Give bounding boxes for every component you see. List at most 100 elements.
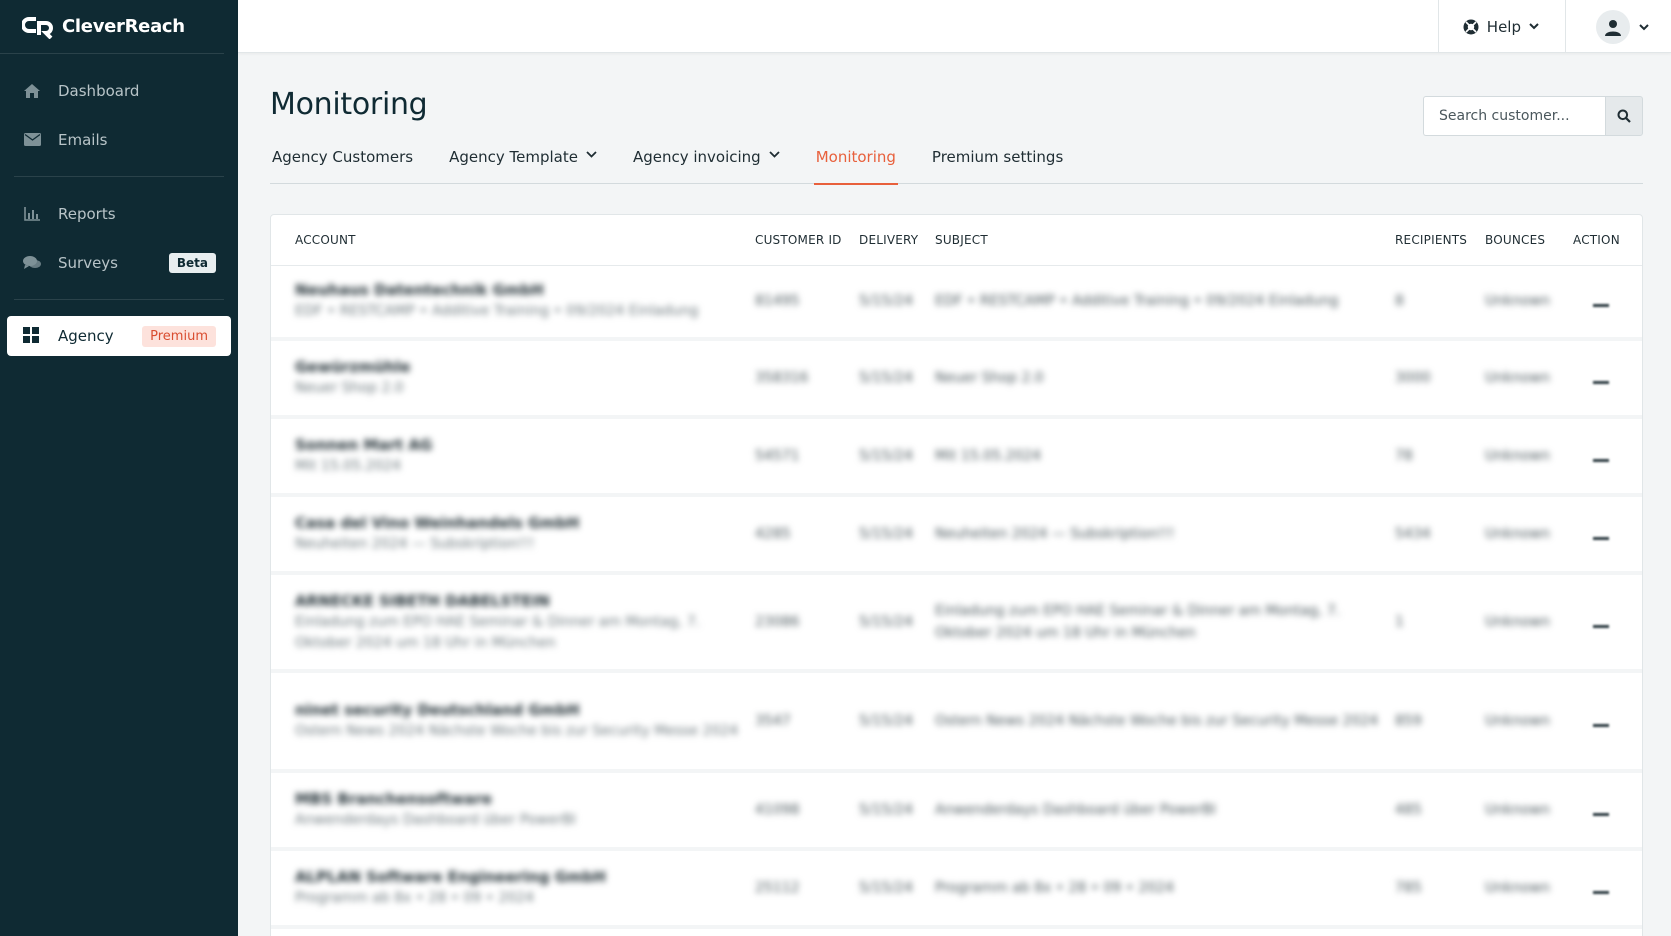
brand-name: CleverReach bbox=[62, 16, 185, 37]
sidebar-item-label: Emails bbox=[58, 130, 108, 149]
tab-agency-invoicing[interactable]: Agency invoicing bbox=[631, 148, 782, 184]
user-menu-button[interactable] bbox=[1596, 10, 1649, 44]
account-subject: Neuer Shop 2.0 bbox=[295, 380, 404, 396]
tab-label: Monitoring bbox=[815, 148, 896, 166]
bounces: Unknown bbox=[1485, 526, 1550, 542]
account-name: Neuhaus Datentechnik GmbH bbox=[295, 281, 544, 300]
delivery-date: 5/15/24 bbox=[859, 370, 913, 386]
search-button[interactable] bbox=[1605, 96, 1643, 136]
sidebar-item-agency[interactable]: Agency Premium bbox=[7, 316, 231, 356]
bounces: Unknown bbox=[1485, 293, 1550, 310]
tab-premium-settings[interactable]: Premium settings bbox=[930, 148, 1065, 184]
monitoring-table: ACCOUNT CUSTOMER ID DELIVERY SUBJECT REC… bbox=[271, 215, 1642, 929]
sidebar-item-label: Surveys bbox=[58, 253, 118, 272]
delivery-date: 5/15/24 bbox=[859, 293, 913, 310]
sidebar: CleverReach Dashboard Emails Reports Sur… bbox=[0, 0, 238, 936]
tab-label: Agency invoicing bbox=[632, 148, 761, 166]
topbar: Help bbox=[238, 0, 1671, 53]
table-row[interactable]: ninet security Deutschland GmbH Ostern Ne… bbox=[271, 671, 1642, 773]
customer-id: 41098 bbox=[755, 802, 800, 818]
user-icon bbox=[1605, 19, 1621, 36]
brand-logo[interactable]: CleverReach bbox=[0, 0, 224, 54]
chevron-down-icon bbox=[769, 151, 780, 158]
search-input[interactable] bbox=[1423, 96, 1605, 136]
bounces: Unknown bbox=[1485, 448, 1550, 464]
account-subject: Mit 15.05.2024 bbox=[295, 458, 402, 474]
action-button[interactable] bbox=[1593, 303, 1609, 307]
action-button[interactable] bbox=[1593, 536, 1609, 540]
table-row[interactable]: Gewürzmühle Neuer Shop 2.0 358316 5/15/24… bbox=[271, 339, 1642, 419]
grid-icon bbox=[22, 326, 42, 346]
recipients: 485 bbox=[1395, 802, 1422, 818]
account-subject: Einladung zum EPO HAE Seminar & Dinner a… bbox=[295, 613, 701, 651]
delivery-date: 5/15/24 bbox=[859, 802, 913, 818]
column-header-action[interactable]: ACTION bbox=[1573, 215, 1642, 266]
account-subject: Ostern News 2024 Nächste Woche bis zur S… bbox=[295, 723, 739, 739]
bounces: Unknown bbox=[1485, 713, 1550, 729]
account-name: ALPLAN Software Engineering GmbH bbox=[295, 868, 606, 886]
column-header-subject[interactable]: SUBJECT bbox=[935, 215, 1395, 266]
customer-id: 81495 bbox=[755, 293, 800, 310]
column-header-delivery[interactable]: DELIVERY bbox=[859, 215, 935, 266]
subject: Neuer Shop 2.0 bbox=[935, 370, 1044, 386]
action-button[interactable] bbox=[1593, 812, 1609, 816]
table-row[interactable]: ARNECKE SIBETH DABELSTEIN Einladung zum E… bbox=[271, 573, 1642, 673]
column-header-customer-id[interactable]: CUSTOMER ID bbox=[755, 215, 859, 266]
tab-label: Premium settings bbox=[931, 148, 1064, 166]
table-header-row: ACCOUNT CUSTOMER ID DELIVERY SUBJECT REC… bbox=[271, 215, 1642, 266]
recipients: 5434 bbox=[1395, 526, 1431, 542]
help-icon bbox=[1463, 19, 1479, 34]
column-header-account[interactable]: ACCOUNT bbox=[271, 215, 755, 266]
sidebar-item-surveys[interactable]: Surveys Beta bbox=[14, 238, 224, 287]
delivery-date: 5/15/24 bbox=[859, 526, 913, 542]
chevron-down-icon bbox=[586, 151, 597, 158]
subject: Neuheiten 2024 — Subskription!!! bbox=[935, 526, 1175, 542]
table-row[interactable]: MBS Branchensoftware Anwenderdays Dashboa… bbox=[271, 771, 1642, 851]
account-name: Sonnen Mart AG bbox=[295, 436, 433, 454]
delivery-date: 5/15/24 bbox=[859, 614, 913, 630]
customer-id: 358316 bbox=[755, 370, 809, 386]
table-row[interactable]: Neuhaus Datentechnik GmbH EDF • RESTCAMP … bbox=[271, 265, 1642, 341]
envelope-icon bbox=[22, 130, 42, 150]
table-row[interactable]: Sonnen Mart AG Mit 15.05.2024 54571 5/15/… bbox=[271, 417, 1642, 497]
sidebar-item-label: Dashboard bbox=[58, 81, 140, 100]
action-button[interactable] bbox=[1593, 458, 1609, 462]
sidebar-item-dashboard[interactable]: Dashboard bbox=[14, 66, 224, 115]
action-button[interactable] bbox=[1593, 380, 1609, 384]
account-subject: Anwenderdays Dashboard über PowerBI bbox=[295, 812, 576, 828]
recipients: 785 bbox=[1395, 880, 1422, 896]
action-button[interactable] bbox=[1593, 723, 1609, 727]
column-header-recipients[interactable]: RECIPIENTS bbox=[1395, 215, 1485, 266]
action-button[interactable] bbox=[1593, 624, 1609, 628]
subject: Einladung zum EPO HAE Seminar & Dinner a… bbox=[935, 603, 1341, 641]
account-subject: Programm ab 8x • 28 • 09 • 2024 bbox=[295, 890, 534, 906]
help-menu-button[interactable]: Help bbox=[1437, 0, 1566, 53]
tab-agency-customers[interactable]: Agency Customers bbox=[270, 148, 415, 184]
column-header-bounces[interactable]: BOUNCES bbox=[1485, 215, 1573, 266]
customer-id: 4285 bbox=[755, 526, 791, 542]
customer-id: 23086 bbox=[755, 614, 800, 630]
sidebar-item-reports[interactable]: Reports bbox=[14, 189, 224, 238]
chat-bubbles-icon bbox=[22, 253, 42, 273]
bar-chart-icon bbox=[22, 204, 42, 224]
delivery-date: 5/15/24 bbox=[859, 448, 913, 464]
sidebar-group-main: Dashboard Emails bbox=[14, 54, 224, 177]
bounces: Unknown bbox=[1485, 614, 1550, 630]
action-button[interactable] bbox=[1593, 890, 1609, 894]
subject: EDF • RESTCAMP • Additive Training • 09/… bbox=[935, 293, 1339, 310]
sidebar-group-analytics: Reports Surveys Beta bbox=[14, 177, 224, 300]
account-name: Casa del Vino Weinhandels GmbH bbox=[295, 514, 580, 532]
table-row[interactable]: ALPLAN Software Engineering GmbH Programm… bbox=[271, 849, 1642, 929]
subject: Mit 15.05.2024 bbox=[935, 448, 1042, 464]
table-row[interactable]: Casa del Vino Weinhandels GmbH Neuheiten … bbox=[271, 495, 1642, 575]
page-title: Monitoring bbox=[270, 87, 428, 122]
chevron-down-icon bbox=[1529, 23, 1539, 30]
avatar bbox=[1596, 10, 1630, 44]
tab-monitoring[interactable]: Monitoring bbox=[813, 148, 899, 185]
agency-tabs: Agency Customers Agency Template Agency … bbox=[270, 148, 1643, 185]
beta-badge: Beta bbox=[168, 252, 216, 273]
sidebar-item-emails[interactable]: Emails bbox=[14, 115, 224, 164]
home-icon bbox=[22, 81, 42, 101]
tab-agency-template[interactable]: Agency Template bbox=[447, 148, 599, 184]
customer-id: 3547 bbox=[755, 713, 791, 729]
